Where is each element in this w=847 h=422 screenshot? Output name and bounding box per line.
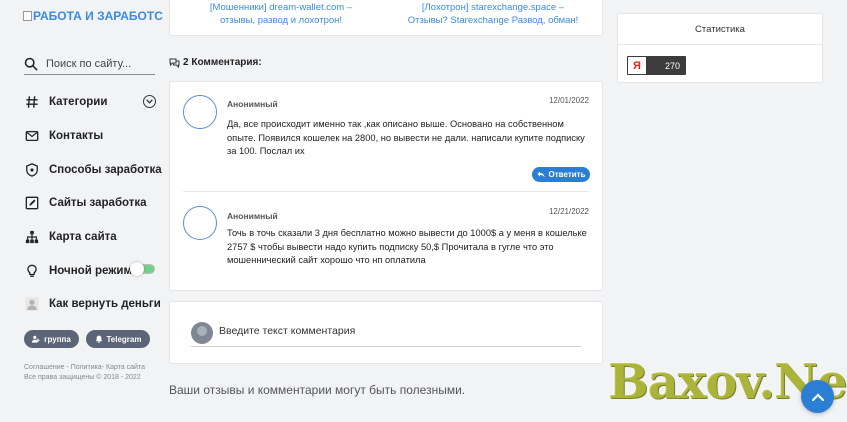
logo-alt-text: РАБОТА И ЗАРАБОТС	[33, 9, 163, 23]
group-button-label: группа	[44, 334, 71, 344]
sidebar-item-label: Сайты заработка	[49, 197, 147, 209]
comment-text: Точь в точь сказали 3 дня бесплатно можн…	[227, 228, 587, 265]
sidebar-item-earning-sites[interactable]: Сайты заработка	[24, 194, 147, 212]
sidebar-item-label: Категории	[49, 96, 108, 108]
related-posts: [Мошенники] dream-wallet.com – отзывы, р…	[169, 0, 603, 36]
users-icon	[32, 335, 40, 343]
comment-author: Анонимный	[227, 99, 278, 109]
sidebar-item-night-mode[interactable]: Ночной режим	[24, 262, 132, 280]
yandex-logo-icon: Я	[628, 57, 646, 74]
comments-heading: 2 Комментария:	[169, 57, 262, 68]
footer-links: Соглашение - Политика- Карта сайта Все п…	[24, 363, 145, 383]
sidebar-item-refund[interactable]: Как вернуть деньги	[24, 295, 161, 313]
search-input[interactable]	[46, 57, 146, 70]
scroll-top-button[interactable]	[801, 380, 834, 413]
comment-date: 12/21/2022	[548, 207, 589, 216]
chevron-down-icon[interactable]	[143, 95, 156, 108]
comments-heading-text: 2 Комментария:	[183, 57, 262, 68]
footer-nav[interactable]: Соглашение - Политика- Карта сайта	[24, 363, 145, 373]
telegram-button-label: Telegram	[106, 334, 142, 344]
comments-note: Ваши отзывы и комментарии могут быть пол…	[169, 383, 466, 397]
sidebar-item-label: Карта сайта	[49, 231, 117, 243]
search-box	[24, 53, 155, 75]
user-icon	[24, 296, 40, 312]
bulb-icon	[24, 263, 40, 279]
sidebar-item-sitemap[interactable]: Карта сайта	[24, 228, 117, 246]
hash-icon	[24, 94, 40, 110]
edit-icon	[24, 195, 40, 211]
comment-date: 12/01/2022	[548, 96, 589, 105]
related-post-left-line2: отзывы, развод и лохотрон!	[219, 15, 343, 26]
site-logo[interactable]: РАБОТА И ЗАРАБОТС	[23, 9, 163, 25]
sidebar-item-label: Способы заработка	[49, 164, 162, 176]
reply-button-label: Ответить	[548, 170, 586, 179]
sidebar: РАБОТА И ЗАРАБОТС Категории Контакты Спо…	[0, 0, 165, 422]
chevron-up-icon	[811, 392, 824, 401]
sitemap-icon	[24, 229, 40, 245]
related-post-right[interactable]: [Лохотрон] starexchange.space – Отзывы? …	[398, 1, 588, 27]
sidebar-item-categories[interactable]: Категории	[24, 93, 107, 111]
group-button[interactable]: группа	[24, 330, 79, 348]
comment-text: Да, все происходит именно так ,как описа…	[227, 119, 585, 156]
related-post-right-line1: [Лохотрон] starexchange.space –	[421, 2, 565, 13]
sidebar-item-label: Как вернуть деньги	[49, 298, 161, 310]
avatar	[191, 322, 213, 344]
related-post-left-line1: [Мошенники] dream-wallet.com –	[209, 2, 353, 13]
sidebar-item-label: Контакты	[49, 130, 104, 142]
broken-image-icon	[23, 11, 32, 21]
bell-icon	[95, 335, 102, 343]
comment-form	[169, 301, 603, 364]
sidebar-item-earning-methods[interactable]: Способы заработка	[24, 161, 162, 179]
comment-item: Анонимный 12/21/2022 Точь в точь сказали…	[170, 192, 602, 290]
comment-author: Анонимный	[227, 211, 278, 221]
counter-value: 270	[664, 60, 680, 71]
statistics-title: Статистика	[618, 14, 822, 45]
sidebar-item-contacts[interactable]: Контакты	[24, 127, 103, 145]
comment-item: Анонимный 12/01/2022 Да, все происходит …	[170, 82, 602, 191]
avatar	[183, 206, 217, 240]
statistics-widget: Статистика Я 270	[617, 13, 823, 83]
comments-icon	[169, 58, 180, 68]
copyright: Все права защищены © 2018 - 2022	[24, 374, 141, 381]
toggle-glow	[143, 265, 154, 273]
sidebar-item-label: Ночной режим	[49, 265, 132, 277]
related-post-left[interactable]: [Мошенники] dream-wallet.com – отзывы, р…	[196, 1, 366, 27]
search-icon[interactable]	[24, 57, 38, 71]
reply-icon	[537, 171, 545, 178]
night-mode-toggle[interactable]	[130, 262, 155, 276]
comments-list: Анонимный 12/01/2022 Да, все происходит …	[169, 81, 603, 291]
related-post-right-line2: Отзывы? Starexchange Развод, обман!	[407, 15, 579, 26]
toggle-knob	[130, 262, 144, 276]
yandex-counter[interactable]: Я 270	[627, 56, 686, 75]
comment-input[interactable]	[219, 325, 579, 337]
avatar	[183, 95, 217, 129]
telegram-button[interactable]: Telegram	[86, 330, 150, 348]
input-underline	[191, 346, 581, 347]
reply-button[interactable]: Ответить	[532, 167, 590, 182]
mail-icon	[24, 128, 40, 144]
shield-icon	[24, 162, 40, 178]
